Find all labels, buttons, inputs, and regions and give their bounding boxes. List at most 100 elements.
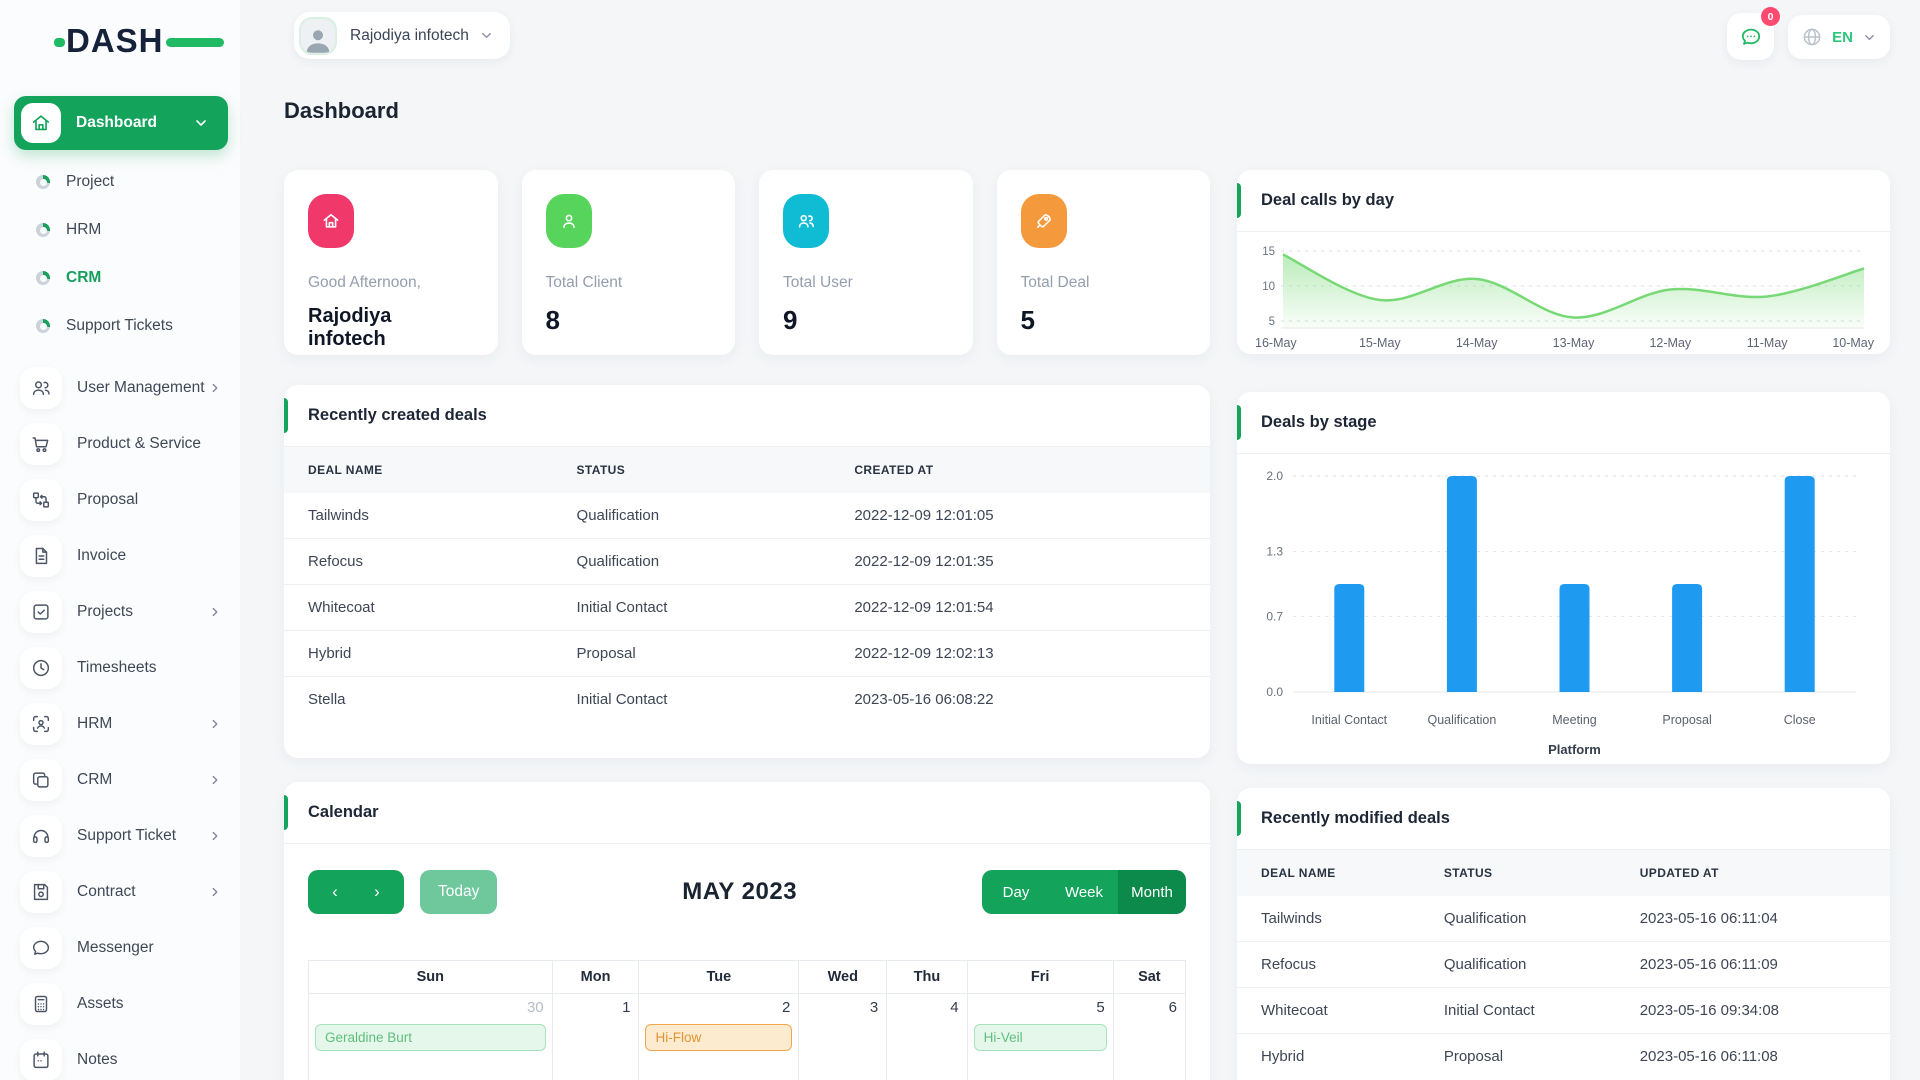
calendar-today-button[interactable]: Today [420,870,498,914]
company-selector[interactable]: Rajodiya infotech [294,12,510,59]
logo-bar [166,38,224,47]
messages-button[interactable]: 0 [1727,7,1780,60]
cart-icon [20,423,62,465]
calendar-day-cell[interactable]: 3 [798,993,888,1080]
calendar-event[interactable]: Hi-Veil [973,1024,1107,1051]
card-header: Calendar [284,782,1210,844]
calendar-event[interactable]: Hi-Flow [645,1024,793,1051]
calendar-day-cell[interactable]: 6 [1112,993,1187,1080]
deal-calls-card: Deal calls by day 5 10 15 16-May 15-May 14-Ma… [1237,170,1890,354]
card-title: Deal calls by day [1261,191,1394,209]
sidebar-item-support-tickets[interactable]: Support Tickets [0,302,240,350]
stat-label: Total Client [545,274,623,291]
cell-status: Initial Contact [1419,987,1616,1034]
stat-value: Rajodiya infotech [308,305,392,350]
calendar-prev-button[interactable]: ‹ [314,870,356,914]
sidebar-item-assets[interactable]: Assets [0,976,240,1032]
table-row: Stella Initial Contact 2023-05-16 06:08:22 [284,676,1210,722]
calendar-day-cell[interactable]: 30 Geraldine Burt [308,993,553,1080]
home-icon [21,103,61,143]
sidebar-item-hrm[interactable]: HRM [0,206,240,254]
cell-deal-name: Hybrid [284,630,553,677]
svg-text:1.3: 1.3 [1266,545,1283,559]
sidebar-item-dashboard[interactable]: Dashboard [14,96,228,150]
sidebar-item-hrm-module[interactable]: HRM [0,696,240,752]
svg-text:15: 15 [1262,246,1275,258]
svg-text:2.0: 2.0 [1266,469,1283,483]
check-square-icon [20,591,62,633]
cell-deal-name: Stella [284,676,553,722]
cell-status: Proposal [1419,1033,1616,1079]
calendar-view-week[interactable]: Week [1050,870,1118,914]
table-row: Tailwinds Qualification 2022-12-09 12:01:0… [284,493,1210,539]
calendar-month-title: MAY 2023 [682,878,798,905]
save-icon [20,871,62,913]
chevron-down-icon [1864,34,1874,40]
company-name: Rajodiya infotech [350,26,469,44]
topbar-actions: 0 EN [1727,7,1890,60]
calendar-event[interactable]: Geraldine Burt [315,1024,546,1051]
day-number: 6 [1168,999,1177,1016]
sidebar-item-crm-module[interactable]: CRM [0,752,240,808]
calendar-view-month[interactable]: Month [1118,870,1186,914]
column-header: CREATED AT [830,447,1210,493]
users-icon [20,367,62,409]
language-selector[interactable]: EN [1788,15,1890,59]
user-scan-icon [20,703,62,745]
sidebar-item-project[interactable]: Project [0,158,240,206]
calendar-grid: Sun Mon Tue Wed Thu Fri Sat 30 Geraldine… [308,960,1187,1080]
bullet-icon [36,175,50,189]
cell-status: Qualification [576,507,660,524]
calendar-week-row: 30 Geraldine Burt 1 2 Hi-Flow 3 4 5 Hi-V… [308,993,1187,1080]
deals-by-stage-bar-chart: 0.0 0.7 1.3 2.0 Initial Contact Qualification… [1247,458,1874,764]
calendar-next-button[interactable]: › [356,870,398,914]
calendar-day-cell[interactable]: 2 Hi-Flow [638,993,800,1080]
language-code: EN [1832,28,1853,46]
card-title: Recently created deals [308,406,487,424]
cell-status: Proposal [552,630,831,677]
day-number: 30 [526,999,544,1016]
cell-status: Initial Contact [552,584,831,631]
sidebar-item-proposal[interactable]: Proposal [0,472,240,528]
calendar-card: Calendar ‹ › Today MAY 2023 Day Week Mon… [284,782,1210,1080]
calendar-day-cell[interactable]: 5 Hi-Veil [966,993,1114,1080]
day-number: 1 [622,999,631,1016]
sidebar-item-crm[interactable]: CRM [0,254,240,302]
svg-text:12-May: 12-May [1649,336,1691,350]
sidebar-item-messenger[interactable]: Messenger [0,920,240,976]
sidebar-item-label: Notes [77,1051,118,1068]
cell-status: Initial Contact [552,676,831,722]
weekday-label: Sun [308,960,553,994]
calendar-day-cell[interactable]: 4 [886,993,968,1080]
sidebar-item-support-ticket[interactable]: Support Ticket [0,808,240,864]
svg-text:Qualification: Qualification [1428,713,1497,727]
cell-deal-name: Whitecoat [1237,987,1420,1034]
calculator-icon [20,983,62,1025]
sidebar-item-notes[interactable]: Notes [0,1032,240,1080]
cell-deal-name: Whitecoat [284,584,553,631]
sidebar-item-product-service[interactable]: Product & Service [0,416,240,472]
calendar-view-day[interactable]: Day [982,870,1050,914]
globe-icon [1803,28,1821,46]
cell-updated-at: 2023-05-16 06:11:04 [1639,910,1778,927]
table-header-row: DEAL NAME STATUS UPDATED AT [1237,850,1890,896]
deal-calls-area-chart: 5 10 15 16-May 15-May 14-May 13-May 12-May 11-Ma… [1247,234,1876,354]
sidebar-item-user-management[interactable]: User Management [0,360,240,416]
sidebar-item-invoice[interactable]: Invoice [0,528,240,584]
sidebar-item-contract[interactable]: Contract [0,864,240,920]
calendar-day-cell[interactable]: 1 [551,993,640,1080]
sidebar-item-label: Product & Service [77,435,202,452]
headset-icon [20,815,62,857]
svg-text:Meeting: Meeting [1552,713,1597,727]
calendar-view-switcher: Day Week Month [982,870,1186,914]
stat-label: Good Afternoon, [308,274,421,291]
sidebar-item-timesheets[interactable]: Timesheets [0,640,240,696]
sidebar-item-label: CRM [66,269,102,286]
sidebar-item-projects[interactable]: Projects [0,584,240,640]
app-logo[interactable]: DASH [54,22,224,62]
sidebar-item-label: Messenger [77,939,154,956]
cell-deal-name: Refocus [284,538,553,585]
home-icon [308,194,354,248]
table-row: Refocus Qualification 2023-05-16 06:11:09 [1237,941,1890,988]
day-number: 5 [1096,999,1105,1016]
